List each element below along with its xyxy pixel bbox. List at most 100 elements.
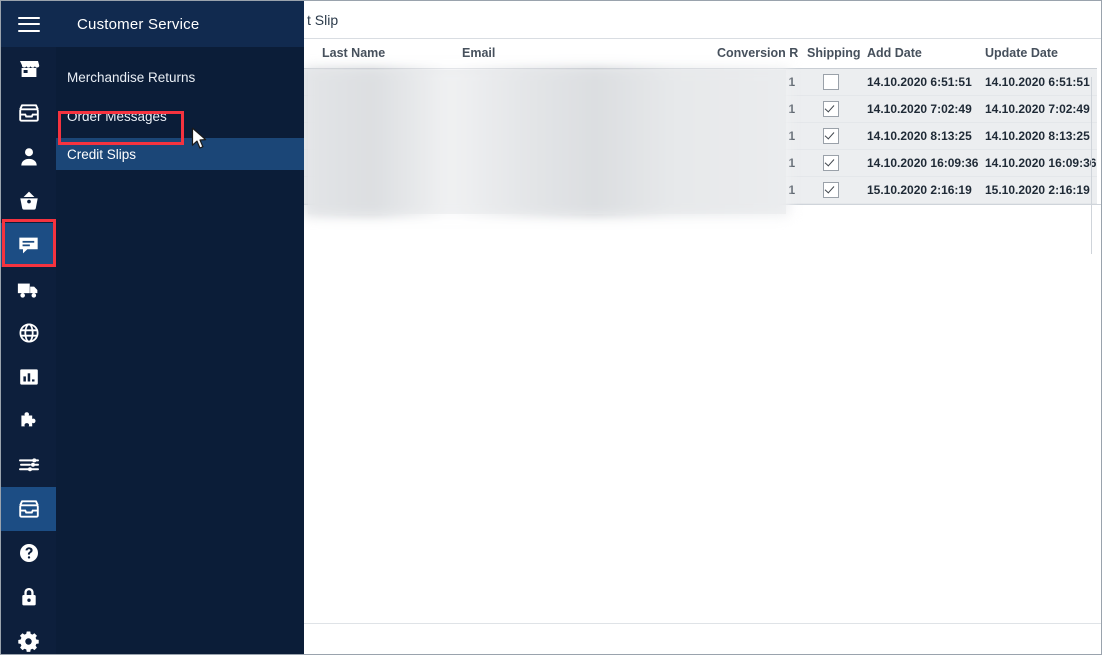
application-window: Customer Service Merchandise Returns Ord… (0, 0, 1102, 655)
row-selector-cell[interactable] (304, 95, 316, 123)
puzzle-module-icon (17, 409, 41, 433)
cell-add-date: 15.10.2020 2:16:19 (861, 176, 979, 204)
credit-slips-grid: Last Name Email Conversion R Shipping Ad… (304, 39, 1101, 254)
grid-right-edge (1091, 77, 1092, 254)
cell-email (456, 95, 711, 123)
cell-update-date: 15.10.2020 2:16:19 (979, 176, 1097, 204)
cell-shipping[interactable] (801, 95, 861, 123)
icon-rail (1, 1, 56, 654)
cell-last-name (316, 176, 456, 204)
cell-email (456, 122, 711, 150)
rail-item-orders[interactable] (1, 91, 56, 135)
column-header-last-name[interactable]: Last Name (316, 39, 456, 69)
table-row[interactable]: 1 14.10.2020 6:51:51 14.10.2020 6:51:51 (304, 68, 1097, 96)
hamburger-menu-button[interactable] (1, 1, 56, 47)
rail-item-store[interactable] (1, 47, 56, 91)
row-selector-cell[interactable] (304, 149, 316, 177)
column-header-email[interactable]: Email (456, 39, 711, 69)
help-circle-icon (17, 541, 41, 565)
page-title: t Slip (307, 11, 339, 28)
data-table: Last Name Email Conversion R Shipping Ad… (304, 39, 1097, 204)
sidebar-item-credit-slips[interactable]: Credit Slips (56, 138, 304, 170)
customer-icon (17, 145, 41, 169)
table-body: 1 14.10.2020 6:51:51 14.10.2020 6:51:51 … (304, 68, 1097, 204)
cell-update-date: 14.10.2020 8:13:25 (979, 122, 1097, 150)
cell-update-date: 14.10.2020 7:02:49 (979, 95, 1097, 123)
rail-item-shipping[interactable] (1, 267, 56, 311)
cell-add-date: 14.10.2020 6:51:51 (861, 68, 979, 96)
rail-item-preferences[interactable] (1, 443, 56, 487)
cell-conversion-rate: 1 (711, 122, 801, 150)
bottom-divider (304, 623, 1101, 624)
globe-icon (17, 321, 41, 345)
sidebar-item-label: Merchandise Returns (67, 69, 196, 85)
cell-shipping[interactable] (801, 176, 861, 204)
cell-last-name (316, 149, 456, 177)
basket-icon (17, 189, 41, 213)
sidebar-item-label: Order Messages (67, 108, 167, 124)
shipping-checkbox[interactable] (823, 100, 839, 117)
shipping-checkbox[interactable] (823, 127, 839, 144)
main-content: t Slip Last Name Email Conversion R Ship… (304, 1, 1101, 654)
column-header-conversion-rate[interactable]: Conversion R (711, 39, 801, 69)
row-selector-cell[interactable] (304, 68, 316, 96)
sidebar-title: Customer Service (56, 1, 304, 47)
sidebar-item-merchandise-returns[interactable]: Merchandise Returns (56, 61, 304, 93)
sidebar-panel: Customer Service Merchandise Returns Ord… (56, 1, 304, 654)
cell-update-date: 14.10.2020 6:51:51 (979, 68, 1097, 96)
rail-item-security[interactable] (1, 575, 56, 619)
cell-last-name (316, 122, 456, 150)
rail-item-stats[interactable] (1, 355, 56, 399)
shipping-checkbox[interactable] (823, 154, 839, 171)
table-header-row: Last Name Email Conversion R Shipping Ad… (304, 39, 1097, 69)
cell-email (456, 176, 711, 204)
archive-box-icon (17, 497, 41, 521)
cell-conversion-rate: 1 (711, 95, 801, 123)
shipping-checkbox[interactable] (823, 73, 839, 90)
rail-item-customer-service[interactable] (1, 223, 56, 267)
cell-shipping[interactable] (801, 68, 861, 96)
page-title-bar: t Slip (304, 1, 1101, 39)
cell-email (456, 149, 711, 177)
sidebar-item-label: Credit Slips (67, 146, 137, 162)
cell-update-date: 14.10.2020 16:09:36 (979, 149, 1097, 177)
column-header-shipping[interactable]: Shipping (801, 39, 861, 69)
cell-shipping[interactable] (801, 149, 861, 177)
rail-item-localization[interactable] (1, 311, 56, 355)
cell-conversion-rate: 1 (711, 149, 801, 177)
rail-item-modules[interactable] (1, 399, 56, 443)
cell-email (456, 68, 711, 96)
column-header-add-date[interactable]: Add Date (861, 39, 979, 69)
column-header-selector (304, 39, 316, 69)
row-selector-cell[interactable] (304, 176, 316, 204)
row-selector-cell[interactable] (304, 122, 316, 150)
cell-add-date: 14.10.2020 8:13:25 (861, 122, 979, 150)
table-row[interactable]: 1 14.10.2020 7:02:49 14.10.2020 7:02:49 (304, 95, 1097, 123)
rail-item-configuration[interactable] (1, 619, 56, 654)
store-icon (17, 57, 41, 81)
rail-item-catalog[interactable] (1, 179, 56, 223)
cell-conversion-rate: 1 (711, 176, 801, 204)
cell-shipping[interactable] (801, 122, 861, 150)
shipping-checkbox[interactable] (823, 181, 839, 198)
cell-add-date: 14.10.2020 16:09:36 (861, 149, 979, 177)
cell-conversion-rate: 1 (711, 68, 801, 96)
table-row[interactable]: 1 14.10.2020 16:09:36 14.10.2020 16:09:3… (304, 149, 1097, 177)
table-row[interactable]: 1 15.10.2020 2:16:19 15.10.2020 2:16:19 (304, 176, 1097, 204)
table-row[interactable]: 1 14.10.2020 8:13:25 14.10.2020 8:13:25 (304, 122, 1097, 150)
rail-item-help[interactable] (1, 531, 56, 575)
stats-chart-icon (17, 365, 41, 389)
cell-last-name (316, 95, 456, 123)
shipping-truck-icon (16, 277, 41, 302)
gear-icon (16, 629, 41, 654)
rail-item-customers[interactable] (1, 135, 56, 179)
orders-box-icon (17, 101, 41, 125)
column-header-update-date[interactable]: Update Date (979, 39, 1097, 69)
chat-message-icon (16, 233, 41, 258)
sliders-settings-icon (17, 453, 41, 477)
cell-add-date: 14.10.2020 7:02:49 (861, 95, 979, 123)
cell-last-name (316, 68, 456, 96)
rail-item-advanced-parameters[interactable] (1, 487, 56, 531)
sidebar-item-order-messages[interactable]: Order Messages (56, 100, 304, 132)
hamburger-menu-icon[interactable] (17, 16, 40, 32)
